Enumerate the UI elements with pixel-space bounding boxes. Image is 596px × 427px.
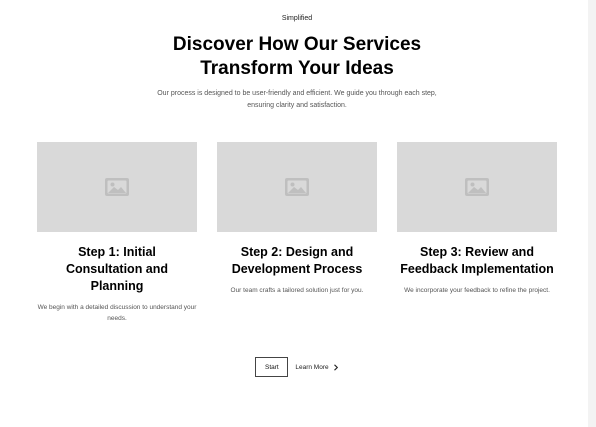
learn-more-label: Learn More bbox=[295, 363, 329, 371]
section-tagline: Simplified bbox=[281, 15, 313, 22]
image-placeholder-icon bbox=[105, 178, 129, 196]
step-1-title-line-3: Planning bbox=[90, 279, 144, 293]
step-1-title-line-2: Consultation and bbox=[65, 262, 169, 276]
heading-line-2: Transform Your Ideas bbox=[200, 58, 394, 79]
page: Simplified Discover How Our Services Tra… bbox=[0, 0, 588, 427]
step-card-3: Step 3: Review and Feedback Implementati… bbox=[397, 142, 557, 297]
step-card-2: Step 2: Design and Development Process O… bbox=[217, 142, 377, 297]
step-1-desc-line-1: We begin with a detailed discussion to u… bbox=[37, 304, 197, 311]
step-3-title-line-1: Step 3: Review and bbox=[420, 245, 534, 259]
step-card-1: Step 1: Initial Consultation and Plannin… bbox=[37, 142, 197, 324]
step-1-image-placeholder bbox=[37, 142, 197, 232]
step-2-title-line-1: Step 2: Design and bbox=[240, 245, 354, 259]
heading-line-1: Discover How Our Services bbox=[172, 34, 422, 55]
step-1-title-line-1: Step 1: Initial bbox=[78, 245, 156, 259]
section-subtitle: Our process is designed to be user-frien… bbox=[147, 88, 447, 112]
step-2-title-line-2: Development Process bbox=[231, 262, 363, 276]
step-1-title: Step 1: Initial Consultation and Plannin… bbox=[37, 244, 197, 295]
section-heading: Discover How Our Services Transform Your… bbox=[0, 33, 594, 81]
image-placeholder-icon bbox=[465, 178, 489, 196]
start-button[interactable]: Start bbox=[255, 357, 289, 377]
step-2-title: Step 2: Design and Development Process bbox=[217, 244, 377, 278]
step-3-title: Step 3: Review and Feedback Implementati… bbox=[397, 244, 557, 278]
image-placeholder-icon bbox=[285, 178, 309, 196]
step-3-title-line-2: Feedback Implementation bbox=[400, 262, 554, 276]
step-2-image-placeholder bbox=[217, 142, 377, 232]
subtitle-line-2: ensuring clarity and satisfaction. bbox=[247, 102, 347, 109]
learn-more-link[interactable]: Learn More bbox=[295, 364, 338, 371]
step-3-description: We incorporate your feedback to refine t… bbox=[404, 287, 550, 294]
step-1-description: We begin with a detailed discussion to u… bbox=[37, 303, 197, 324]
cta-actions: Start Learn More bbox=[0, 357, 594, 377]
chevron-right-icon bbox=[333, 363, 338, 371]
subtitle-line-1: Our process is designed to be user-frien… bbox=[157, 90, 437, 97]
step-3-image-placeholder bbox=[397, 142, 557, 232]
step-2-description: Our team crafts a tailored solution just… bbox=[230, 287, 364, 294]
step-1-desc-line-2: needs. bbox=[107, 314, 127, 322]
